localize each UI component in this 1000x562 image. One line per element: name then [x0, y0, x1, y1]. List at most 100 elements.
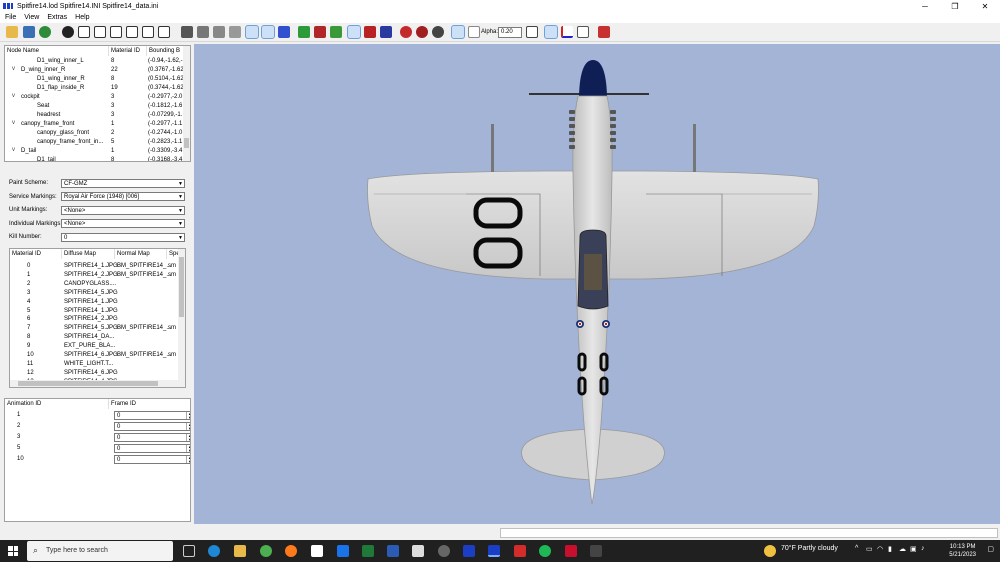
kill-number-select[interactable]: 0 ▼ [61, 232, 185, 242]
volume-icon[interactable]: ♪ [921, 545, 925, 552]
material-id[interactable]: 9 [27, 342, 30, 351]
view-back-icon[interactable] [94, 26, 106, 38]
individual-markings-select[interactable]: <None> ▼ [61, 219, 185, 228]
chrome-icon[interactable] [260, 545, 272, 557]
zoom-icon[interactable] [62, 26, 74, 38]
texture-icon[interactable] [39, 26, 51, 38]
material-id[interactable]: 10 [27, 351, 34, 360]
alpha-icon[interactable] [468, 26, 480, 38]
menu-file[interactable]: File [5, 14, 16, 21]
mcafee-icon[interactable] [565, 545, 577, 557]
column-node-name[interactable]: Node Name [5, 46, 109, 56]
view-right-icon[interactable] [126, 26, 138, 38]
menu-help[interactable]: Help [75, 14, 89, 21]
column-diffuse-map[interactable]: Diffuse Map [62, 249, 115, 259]
notion-icon[interactable] [311, 545, 323, 557]
frame-icon[interactable] [526, 26, 538, 38]
material-id[interactable]: 1 [27, 271, 30, 280]
sphere-icon[interactable] [416, 26, 428, 38]
materials-hscrollbar[interactable] [10, 380, 180, 387]
shade-cube-icon[interactable] [181, 26, 193, 38]
material-id[interactable]: 4 [27, 298, 30, 307]
file-explorer-icon[interactable] [234, 545, 246, 557]
material-id[interactable]: 7 [27, 324, 30, 333]
acrobat-icon[interactable] [514, 545, 526, 557]
graph-icon[interactable] [561, 26, 573, 38]
gear-shape-icon[interactable] [432, 26, 444, 38]
export-icon[interactable] [577, 26, 589, 38]
excel-icon[interactable] [362, 545, 374, 557]
paint-icon[interactable] [347, 25, 361, 39]
grid-icon[interactable] [544, 25, 558, 39]
tree-node-name[interactable]: canopy_frame_front_in... [37, 138, 103, 147]
column-material-id[interactable]: Material ID [109, 46, 147, 56]
wifi-icon[interactable]: ◠ [877, 545, 883, 553]
tree-node-name[interactable]: canopy_frame_front [21, 120, 74, 129]
notification-icon[interactable]: ▢ [987, 545, 994, 553]
open-folder-icon[interactable] [6, 26, 18, 38]
spinner-arrows-icon[interactable]: ▲▼ [186, 445, 190, 452]
materials-hscroll-thumb[interactable] [18, 381, 158, 386]
axes-icon[interactable] [278, 26, 290, 38]
service-markings-select[interactable]: Royal Air Force (1948) [006] ▼ [61, 192, 185, 201]
alpha-input[interactable]: 0.20 [498, 27, 522, 38]
lod-viewer-icon[interactable] [463, 545, 475, 557]
spinner-arrows-icon[interactable]: ▲▼ [186, 423, 190, 430]
column-material-id[interactable]: Material ID [10, 249, 62, 259]
red-map-icon[interactable] [314, 26, 326, 38]
material-id[interactable]: 8 [27, 333, 30, 342]
material-id[interactable]: 3 [27, 289, 30, 298]
marking-icon[interactable] [380, 26, 392, 38]
column-normal-map[interactable]: Normal Map [115, 249, 167, 259]
spinner-arrows-icon[interactable]: ▲▼ [186, 456, 190, 463]
decal-icon[interactable] [364, 26, 376, 38]
smooth-cube-icon[interactable] [229, 26, 241, 38]
mail-icon[interactable] [337, 545, 349, 557]
frame-id-spinner[interactable]: 0 ▲▼ [114, 444, 190, 453]
frame-id-spinner[interactable]: 0 ▲▼ [114, 411, 190, 420]
view-front-icon[interactable] [78, 26, 90, 38]
view-top-icon[interactable] [142, 26, 154, 38]
word-icon[interactable] [387, 545, 399, 557]
ball-icon[interactable] [400, 26, 412, 38]
view-bottom-icon[interactable] [158, 26, 170, 38]
tree-node-name[interactable]: D_tail [21, 147, 36, 156]
tree-node-name[interactable]: D1_wing_inner_R [37, 75, 85, 84]
animation-list[interactable]: Animation ID Frame ID 10▲▼20▲▼30▲▼50▲▼10… [4, 398, 191, 522]
column-frame-id[interactable]: Frame ID [109, 399, 190, 409]
node-tree[interactable]: Node Name Material ID Bounding B D1_wing… [4, 45, 191, 162]
material-id[interactable]: 2 [27, 280, 30, 289]
minimize-button[interactable]: ─ [910, 0, 940, 12]
3d-viewport[interactable] [194, 44, 1000, 524]
view-left-icon[interactable] [110, 26, 122, 38]
tree-node-name[interactable]: Seat [37, 102, 49, 111]
weather-icon[interactable] [764, 545, 776, 557]
column-animation-id[interactable]: Animation ID [5, 399, 109, 409]
spinner-arrows-icon[interactable]: ▲▼ [186, 434, 190, 441]
menu-view[interactable]: View [24, 14, 39, 21]
tree-node-name[interactable]: D1_flap_inside_R [37, 84, 84, 93]
tree-node-name[interactable]: D_wing_inner_R [21, 66, 65, 75]
wire-cube-icon[interactable] [213, 26, 225, 38]
other-app-icon[interactable] [590, 545, 602, 557]
show-hidden-icons-icon[interactable]: ^ [855, 545, 858, 552]
network-icon[interactable]: ▭ [866, 545, 873, 553]
tree-node-name[interactable]: D1_tail [37, 156, 56, 161]
task-view-icon[interactable] [183, 545, 195, 557]
material-id[interactable]: 0 [27, 262, 30, 271]
frame-id-spinner[interactable]: 0 ▲▼ [114, 433, 190, 442]
tree-node-name[interactable]: canopy_glass_front [37, 129, 89, 138]
tree-expander-icon[interactable]: v [12, 93, 15, 99]
tree-node-name[interactable]: cockpit [21, 93, 40, 102]
todo-icon[interactable] [412, 545, 424, 557]
tree-node-name[interactable]: D1_wing_inner_L [37, 57, 84, 66]
taskbar-clock[interactable]: 10:13 PM 5/21/2023 [949, 543, 976, 559]
materials-list[interactable]: Material ID Diffuse Map Normal Map Spe 0… [9, 248, 186, 388]
battery-icon[interactable]: ▮ [888, 545, 892, 553]
tree-scrollbar[interactable] [183, 46, 190, 161]
frame-id-spinner[interactable]: 0 ▲▼ [114, 455, 190, 464]
transparency-icon[interactable] [451, 25, 465, 39]
tree-scroll-thumb[interactable] [184, 138, 189, 148]
material-id[interactable]: 12 [27, 369, 34, 378]
windows-start-icon[interactable] [8, 546, 18, 556]
